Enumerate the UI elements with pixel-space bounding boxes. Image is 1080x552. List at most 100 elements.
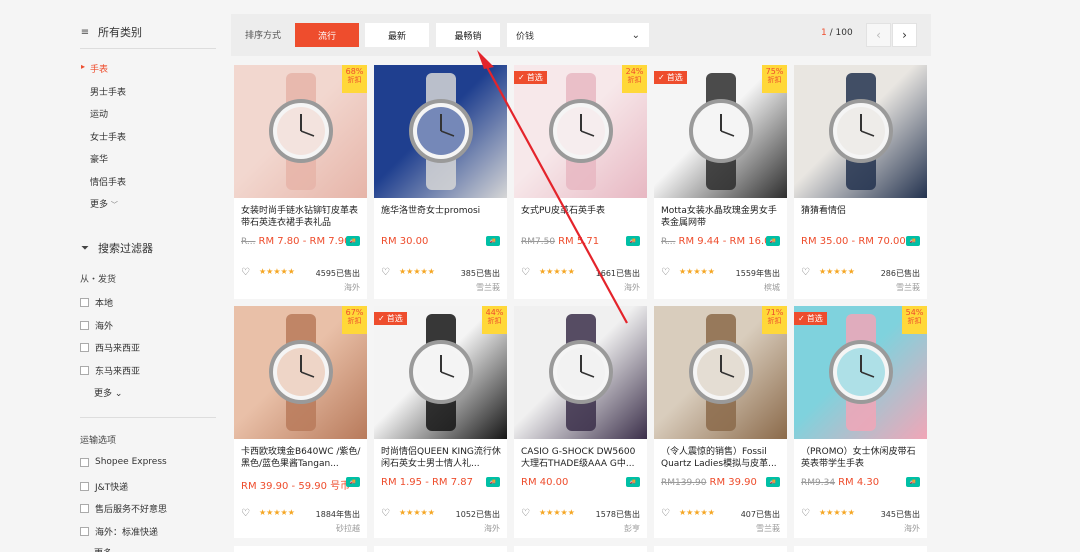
category-watches[interactable]: 手表 [81,62,108,75]
sold-count: 286已售出 [880,269,920,278]
category-luxury[interactable]: 豪华 [90,152,108,165]
product-price: RM139.90 RM 39.90 [661,477,757,488]
sold-count: 345已售出 [880,510,920,519]
heart-icon[interactable]: ♡ [661,267,670,278]
categories-more-link[interactable]: 更多 ﹀ [90,197,118,210]
categories-heading[interactable]: ≡ 所有类别 [80,24,142,40]
sort-popular-button[interactable]: 流行 [295,23,359,47]
checkbox[interactable] [80,457,89,467]
next-page-button[interactable]: › [892,23,917,47]
heart-icon[interactable]: ♡ [381,508,390,519]
product-card[interactable]: ✓ 首选 75% 折扣 Motta女装水晶玫瑰金男女手表金属网带 R... RM 9.44 … [654,65,787,299]
heart-icon[interactable]: ♡ [521,508,530,519]
product-title[interactable]: （PROMO）女士休闲皮带石英表带学生手表 [801,446,921,471]
ship-location: 雪兰莪 [476,283,500,292]
product-title[interactable]: （令人震惊的销售）Fossil Quartz Ladies模拟与皮革... [661,446,781,471]
checkbox[interactable] [80,482,89,491]
checkbox[interactable] [80,504,89,513]
heart-icon[interactable]: ♡ [241,508,250,519]
heart-icon[interactable]: ♡ [241,267,250,278]
ship-from-more-link[interactable]: 更多 ⌄ [94,386,122,399]
category-mens-watches[interactable]: 男士手表 [90,85,126,98]
product-card[interactable]: 猜猜看情侣 RM 35.00 - RM 70.00 🚚 ♡ ★★★★★ 286已售出 雪兰莪 [794,65,927,299]
category-sport[interactable]: 运动 [90,107,108,120]
product-card[interactable]: CASIO G-SHOCK DW5600大理石THADE级AAA G中... RM… [514,306,647,538]
free-shipping-icon: 🚚 [486,477,500,487]
product-card[interactable] [514,546,647,552]
chevron-down-icon: ⌄ [114,389,123,399]
checkbox[interactable] [80,527,89,536]
product-title[interactable]: 施华洛世奇女士promosi [381,205,501,230]
checkbox[interactable] [80,321,89,330]
heart-icon[interactable]: ♡ [521,267,530,278]
original-price: R... [661,237,676,247]
rating-stars-icon: ★★★★★ [819,508,855,517]
category-couple-watches[interactable]: 情侣手表 [90,175,126,188]
heart-icon[interactable]: ♡ [801,267,810,278]
shipping-after-sale-checkbox[interactable]: 售后服务不好意思 [80,502,167,515]
original-price: RM7.50 [521,237,556,247]
free-shipping-icon: 🚚 [906,477,920,487]
sold-count: 4595已售出 [315,269,360,278]
sort-latest-button[interactable]: 最新 [365,23,429,47]
heart-icon[interactable]: ♡ [801,508,810,519]
product-card[interactable] [654,546,787,552]
product-card[interactable]: 施华洛世奇女士promosi RM 30.00 🚚 ♡ ★★★★★ 385已售出 雪兰莪 [374,65,507,299]
product-card[interactable]: ✓ 首选 54% 折扣 （PROMO）女士休闲皮带石英表带学生手表 RM9.34 RM 4.… [794,306,927,538]
product-card[interactable] [794,546,927,552]
shipping-more-link[interactable]: 更多 [94,546,112,552]
sale-price: RM 39.90 [709,477,757,488]
ship-from-overseas-checkbox[interactable]: 海外 [80,319,113,332]
product-card[interactable] [374,546,507,552]
heart-icon[interactable]: ♡ [661,508,670,519]
heart-icon[interactable]: ♡ [381,267,390,278]
checkbox[interactable] [80,298,89,307]
product-image[interactable] [374,65,507,198]
shipping-overseas-standard-checkbox[interactable]: 海外：标准快递 [80,525,158,538]
prev-page-button[interactable]: ‹ [866,23,891,47]
product-title[interactable]: 女装时尚手链水钻铆钉皮革表带石英连衣裙手表礼品 [241,205,361,230]
rating-stars-icon: ★★★★★ [399,267,435,276]
product-image[interactable] [514,306,647,439]
sold-count: 1884年售出 [315,510,360,519]
product-title[interactable]: CASIO G-SHOCK DW5600大理石THADE级AAA G中... [521,446,641,471]
sort-top-sales-button[interactable]: 最畅销 [436,23,500,47]
sold-count: 1559年售出 [735,269,780,278]
sort-bar: 排序方式 流行 最新 最畅销 价钱 ⌄ 1 / 100 ‹ › [231,14,931,56]
rating-stars-icon: ★★★★★ [539,267,575,276]
ship-from-west-my-checkbox[interactable]: 西马来西亚 [80,341,140,354]
product-card[interactable]: 67% 折扣 卡西欧玫瑰金B640WC /紫色/黑色/蓝色果酱Tangan... RM… [234,306,367,538]
ship-from-local-checkbox[interactable]: 本地 [80,296,113,309]
shipping-shopee-express-checkbox[interactable]: Shopee Express [80,457,167,467]
discount-badge: 71% 折扣 [762,306,787,334]
product-price: RM 30.00 [381,236,428,247]
check-icon: ✓ [658,73,665,82]
product-title[interactable]: 女式PU皮革石英手表 [521,205,641,230]
product-image[interactable] [794,65,927,198]
checkbox[interactable] [80,366,89,375]
sort-price-select[interactable]: 价钱 ⌄ [507,23,649,47]
product-title[interactable]: 时尚情侣QUEEN KING流行休闲石英女士男士情人礼... [381,446,501,471]
product-card[interactable]: ✓ 首选 44% 折扣 时尚情侣QUEEN KING流行休闲石英女士男士情人礼... RM… [374,306,507,538]
ship-location: 海外 [904,524,920,533]
free-shipping-icon: 🚚 [766,236,780,246]
free-shipping-icon: 🚚 [486,236,500,246]
category-womens-watches[interactable]: 女士手表 [90,130,126,143]
sidebar: ≡ 所有类别 手表 男士手表 运动 女士手表 豪华 情侣手表 更多 ﹀ ⏷ 搜索… [80,0,220,552]
product-card[interactable] [234,546,367,552]
free-shipping-icon: 🚚 [346,477,360,487]
product-title[interactable]: Motta女装水晶玫瑰金男女手表金属网带 [661,205,781,230]
product-card[interactable]: 71% 折扣 （令人震惊的销售）Fossil Quartz Ladies模拟与皮革.… [654,306,787,538]
shipping-jt-checkbox[interactable]: J&T快递 [80,480,128,493]
ship-from-east-my-checkbox[interactable]: 东马来西亚 [80,364,140,377]
sold-count: 1661已售出 [595,269,640,278]
product-price: RM 39.90 - 59.90 号币 [241,477,350,492]
product-title[interactable]: 猜猜看情侣 [801,205,921,230]
product-card[interactable]: ✓ 首选 24% 折扣 女式PU皮革石英手表 RM7.50 RM 5.71 🚚 ♡ ★★★★★ 16… [514,65,647,299]
discount-badge: 44% 折扣 [482,306,507,334]
watch-icon [829,73,893,190]
product-title[interactable]: 卡西欧玫瑰金B640WC /紫色/黑色/蓝色果酱Tangan... [241,446,361,471]
checkbox[interactable] [80,343,89,352]
sale-price: RM 4.30 [838,477,880,488]
product-card[interactable]: 68% 折扣 女装时尚手链水钻铆钉皮革表带石英连衣裙手表礼品 R... RM 7.80 … [234,65,367,299]
